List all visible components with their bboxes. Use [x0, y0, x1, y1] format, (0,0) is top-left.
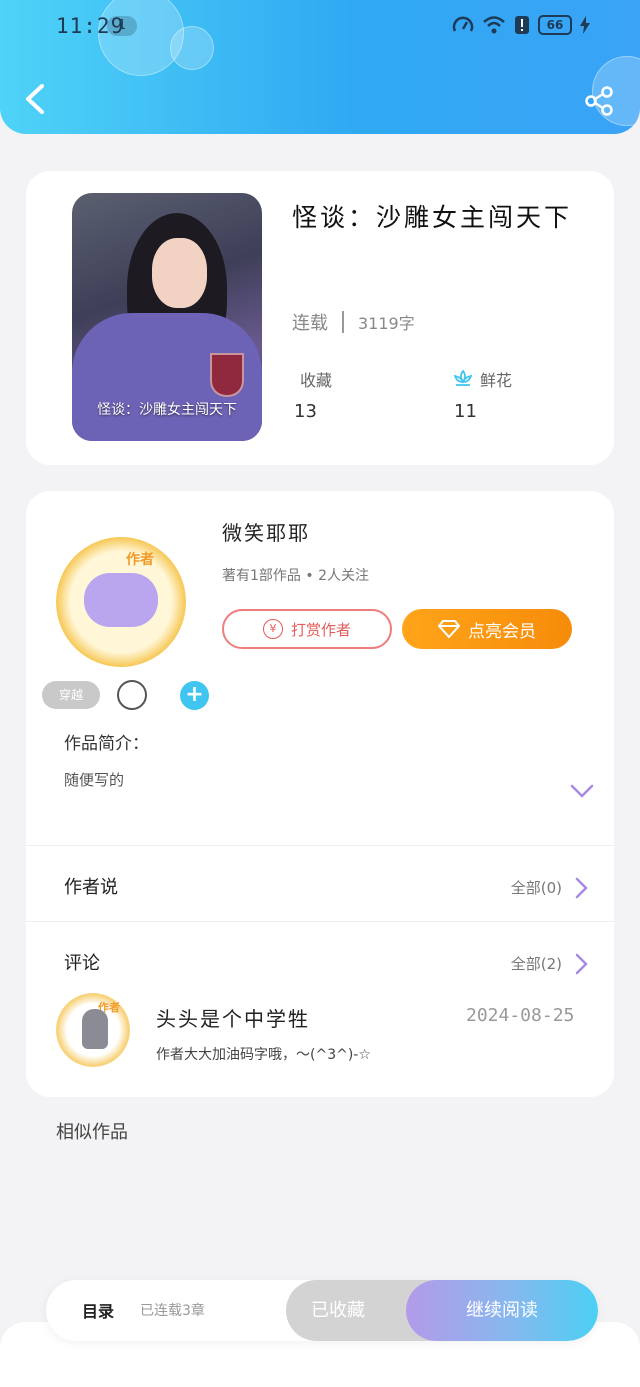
cover-title-text: 怪谈：沙雕女主闯天下: [97, 402, 237, 418]
add-tag-button[interactable]: +: [180, 681, 209, 710]
vip-button[interactable]: 点亮会员: [402, 609, 572, 649]
author-summary: 著有1部作品 • 2人关注: [222, 568, 369, 584]
chevron-down-icon[interactable]: [570, 783, 594, 799]
flower-icon: [453, 369, 473, 386]
genre-tag[interactable]: 穿越: [42, 681, 100, 709]
alert-icon: [515, 16, 529, 34]
author-name[interactable]: 微笑耶耶: [222, 517, 310, 546]
intro-label: 作品简介：: [64, 734, 149, 754]
comments-title: 评论: [64, 953, 100, 974]
cover-wine-glass: [210, 353, 244, 397]
tip-author-label: 打赏作者: [290, 620, 351, 639]
vip-label: 点亮会员: [468, 621, 536, 642]
toc-chapter-count[interactable]: 已连载3章: [140, 1300, 205, 1320]
chevron-right-icon[interactable]: [574, 953, 588, 975]
tag-option-circle[interactable]: [117, 680, 147, 710]
battery-indicator: 66: [538, 15, 572, 35]
book-meta: 连载 3119字: [292, 309, 415, 335]
book-info-card: 怪谈：沙雕女主闯天下 怪谈：沙雕女主闯天下 连载 3119字 收藏 13 鲜花 …: [26, 171, 614, 465]
author-avatar[interactable]: 作者: [56, 537, 186, 667]
header: 11:29 1 66: [0, 0, 640, 134]
speed-icon: [452, 16, 474, 32]
similar-works-title: 相似作品: [56, 1122, 128, 1143]
share-icon[interactable]: [584, 86, 614, 116]
book-status: 连载: [292, 313, 328, 334]
divider: [26, 921, 614, 922]
commenter-avatar-figure: [82, 1009, 108, 1049]
cover-figure-face: [152, 238, 207, 308]
yen-icon: ¥: [262, 619, 283, 639]
meta-divider: [342, 311, 344, 333]
wifi-icon: [483, 16, 505, 34]
favorited-label: 已收藏: [311, 1300, 365, 1321]
continue-reading-button[interactable]: 继续阅读: [406, 1280, 598, 1341]
author-says-all-link[interactable]: 全部(0): [511, 877, 562, 898]
comments-all-link[interactable]: 全部(2): [511, 953, 562, 974]
intro-text: 随便写的: [64, 771, 125, 789]
comment-text[interactable]: 作者大大加油码字哦，～(^3^)-☆: [156, 1044, 371, 1064]
bottom-action-bar: 目录 已连载3章 已收藏 继续阅读: [46, 1280, 598, 1341]
status-bar: 11:29 1 66: [0, 12, 640, 42]
author-details-card: 作者 微笑耶耶 著有1部作品 • 2人关注 ¥ 打赏作者 点亮会员 穿越 + 作…: [26, 491, 614, 1097]
back-icon[interactable]: [24, 84, 46, 114]
book-cover[interactable]: 怪谈：沙雕女主闯天下: [72, 193, 262, 441]
chevron-right-icon[interactable]: [574, 877, 588, 899]
toc-button[interactable]: 目录: [82, 1298, 114, 1322]
flowers-count: 11: [454, 401, 477, 422]
tip-author-button[interactable]: ¥ 打赏作者: [222, 609, 392, 649]
commenter-name[interactable]: 头头是个中学牲: [156, 1003, 310, 1032]
favorites-count: 13: [294, 401, 317, 422]
diamond-icon: [438, 620, 460, 638]
comment-date: 2024-08-25: [466, 1005, 575, 1026]
author-badge: 作者: [126, 552, 154, 568]
divider: [26, 845, 614, 846]
author-says-title: 作者说: [64, 877, 118, 898]
avatar-chat-bubble: [84, 573, 158, 627]
favorites-label: 收藏: [300, 371, 333, 390]
notification-pill: 1: [107, 16, 137, 36]
charging-icon: [580, 16, 590, 34]
flowers-stat[interactable]: 鲜花: [452, 367, 512, 391]
status-icons: 66: [452, 15, 590, 35]
book-word-count: 3119字: [358, 314, 415, 333]
commenter-avatar[interactable]: 作者: [56, 993, 130, 1067]
flowers-label: 鲜花: [480, 371, 513, 390]
book-title: 怪谈：沙雕女主闯天下: [292, 203, 573, 232]
